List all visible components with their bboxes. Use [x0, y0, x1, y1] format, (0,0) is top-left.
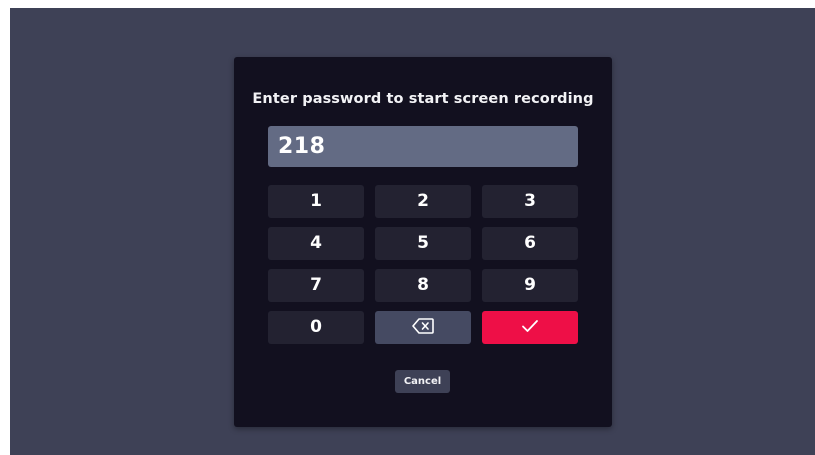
backspace-button[interactable]	[375, 311, 471, 344]
password-field[interactable]: 218	[268, 126, 578, 167]
password-dialog: Enter password to start screen recording…	[234, 57, 612, 427]
key-1-button[interactable]: 1	[268, 185, 364, 218]
key-5-button[interactable]: 5	[375, 227, 471, 260]
backspace-icon	[412, 318, 434, 334]
key-6-button[interactable]: 6	[482, 227, 578, 260]
key-4-button[interactable]: 4	[268, 227, 364, 260]
key-8-button[interactable]: 8	[375, 269, 471, 302]
key-0-button[interactable]: 0	[268, 311, 364, 344]
checkmark-icon	[522, 320, 538, 332]
confirm-button[interactable]	[482, 311, 578, 344]
key-9-button[interactable]: 9	[482, 269, 578, 302]
key-3-button[interactable]: 3	[482, 185, 578, 218]
key-2-button[interactable]: 2	[375, 185, 471, 218]
screen-backdrop: Enter password to start screen recording…	[10, 8, 815, 455]
cancel-button[interactable]: Cancel	[395, 370, 450, 393]
dialog-title: Enter password to start screen recording	[252, 91, 594, 107]
key-7-button[interactable]: 7	[268, 269, 364, 302]
